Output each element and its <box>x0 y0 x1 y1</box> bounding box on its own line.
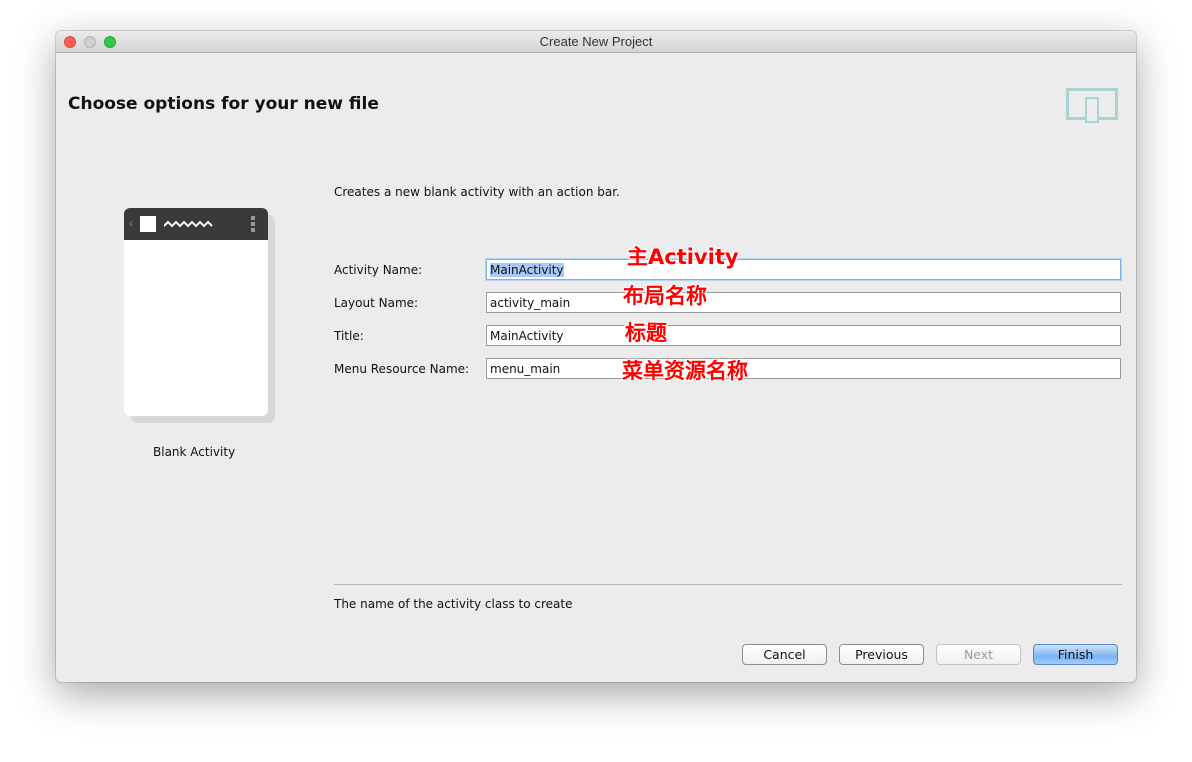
previous-button[interactable]: Previous <box>839 644 924 665</box>
close-button[interactable] <box>64 36 76 48</box>
menu-resource-name-input[interactable]: menu_main <box>486 358 1121 379</box>
back-chevron-icon: ‹ <box>129 216 133 230</box>
template-preview: ‹ <box>124 208 268 416</box>
create-project-window: Create New Project Choose options for yo… <box>56 31 1136 682</box>
title-squiggle-icon <box>164 220 213 228</box>
title-input[interactable]: MainActivity <box>486 325 1121 346</box>
divider <box>334 584 1122 585</box>
cancel-button[interactable]: Cancel <box>742 644 827 665</box>
overflow-menu-icon <box>251 216 255 232</box>
action-bar-preview: ‹ <box>124 208 268 240</box>
window-title: Create New Project <box>539 34 653 49</box>
layout-name-label: Layout Name: <box>334 296 419 310</box>
layout-name-input[interactable]: activity_main <box>486 292 1121 313</box>
next-button[interactable]: Next <box>936 644 1021 665</box>
activity-name-value: MainActivity <box>490 263 564 277</box>
annotation-activity-name: 主Activity <box>627 245 739 269</box>
app-icon <box>140 216 156 232</box>
annotation-layout-name: 布局名称 <box>623 284 707 308</box>
device-form-factor-icon <box>1066 88 1118 123</box>
annotation-menu-resource: 菜单资源名称 <box>622 359 748 383</box>
template-name: Blank Activity <box>153 445 236 459</box>
annotation-title: 标题 <box>625 321 667 345</box>
template-description: Creates a new blank activity with an act… <box>334 185 620 199</box>
menu-resource-name-label: Menu Resource Name: <box>334 362 470 376</box>
title-label: Title: <box>334 329 364 343</box>
finish-button[interactable]: Finish <box>1033 644 1118 665</box>
page-title: Choose options for your new file <box>68 94 379 114</box>
title-bar: Create New Project <box>56 31 1136 53</box>
minimize-button[interactable] <box>84 36 96 48</box>
activity-name-input[interactable]: MainActivity <box>486 259 1121 280</box>
activity-name-label: Activity Name: <box>334 263 423 277</box>
zoom-button[interactable] <box>104 36 116 48</box>
help-text: The name of the activity class to create <box>334 597 573 611</box>
